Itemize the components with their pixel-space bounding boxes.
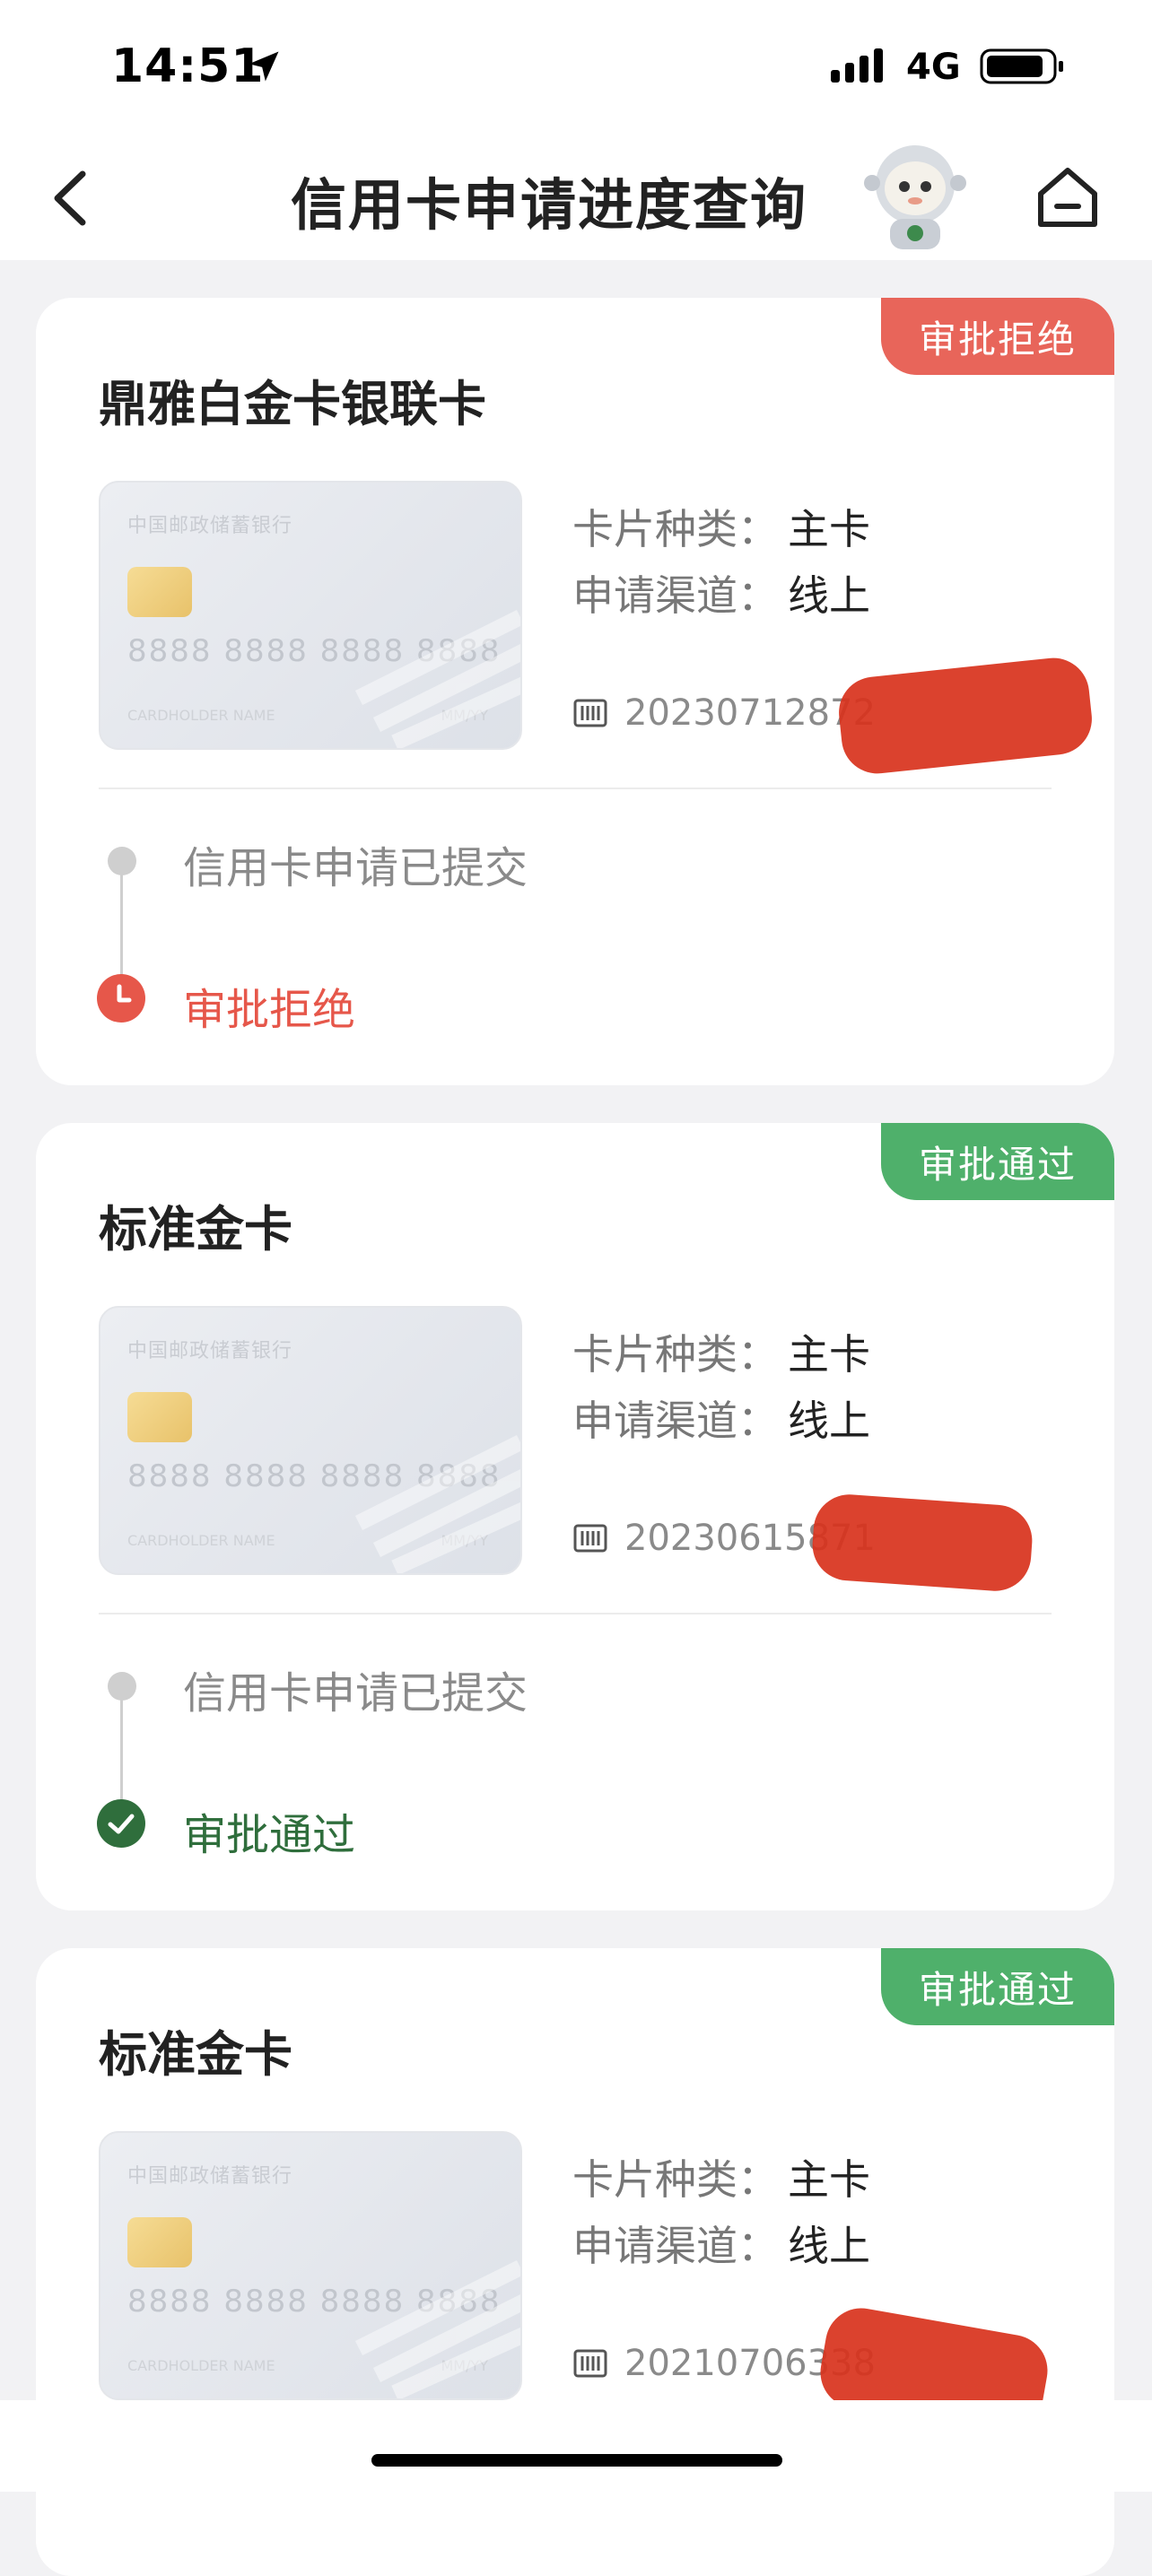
card-bank-name: 中国邮政储蓄银行 <box>127 1340 293 1362</box>
channel-label: 申请渠道： <box>572 571 779 620</box>
status-badge: 审批拒绝 <box>881 298 1114 375</box>
barcode-icon <box>573 699 607 727</box>
channel-label: 申请渠道： <box>572 2222 779 2270</box>
card-holder: CARDHOLDER NAME <box>127 2357 275 2374</box>
step-dot <box>108 847 136 875</box>
mascot-icon[interactable] <box>863 138 967 251</box>
divider <box>99 788 1052 789</box>
postal-logo-icon <box>354 609 520 748</box>
step-submitted: 信用卡申请已提交 <box>183 843 528 893</box>
card-holder: CARDHOLDER NAME <box>127 1532 275 1549</box>
chip-icon <box>127 1392 192 1442</box>
card-type-label: 卡片种类： <box>572 2155 779 2204</box>
postal-logo-icon <box>354 2259 520 2398</box>
status-bar: 14:51 4G <box>0 0 1152 135</box>
card-name: 标准金卡 <box>99 1201 292 1258</box>
application-card[interactable]: 审批通过 标准金卡 中国邮政储蓄银行 8888 8888 8888 8888 C… <box>36 1123 1114 1910</box>
channel-value: 线上 <box>788 571 870 620</box>
application-card[interactable]: 审批拒绝 鼎雅白金卡银联卡 中国邮政储蓄银行 8888 8888 8888 88… <box>36 298 1114 1085</box>
barcode-icon <box>573 1524 607 1553</box>
barcode-icon <box>573 2349 607 2378</box>
clock-icon <box>97 974 145 1023</box>
status-time: 14:51 <box>111 39 265 93</box>
channel-row: 申请渠道： 线上 <box>572 1388 870 1448</box>
card-type-value: 主卡 <box>788 1330 870 1379</box>
location-arrow-icon <box>249 51 279 82</box>
card-bank-name: 中国邮政储蓄银行 <box>127 515 293 537</box>
channel-label: 申请渠道： <box>572 1397 779 1445</box>
postal-logo-icon <box>354 1434 520 1573</box>
chip-icon <box>127 567 192 617</box>
card-type-row: 卡片种类： 主卡 <box>572 2147 870 2206</box>
chip-icon <box>127 2217 192 2267</box>
application-number: 20230712872 <box>572 692 876 734</box>
divider <box>99 1613 1052 1614</box>
application-number-text: 20230712872 <box>624 692 876 734</box>
card-type-label: 卡片种类： <box>572 1330 779 1379</box>
card-image: 中国邮政储蓄银行 8888 8888 8888 8888 CARDHOLDER … <box>99 1306 522 1575</box>
status-badge: 审批通过 <box>881 1123 1114 1200</box>
card-holder: CARDHOLDER NAME <box>127 707 275 724</box>
card-image: 中国邮政储蓄银行 8888 8888 8888 8888 CARDHOLDER … <box>99 481 522 750</box>
home-indicator[interactable] <box>371 2454 782 2467</box>
page-title: 信用卡申请进度查询 <box>290 172 807 238</box>
home-icon[interactable] <box>1034 163 1102 231</box>
network-type: 4G <box>906 47 961 88</box>
card-type-label: 卡片种类： <box>572 505 779 553</box>
status-badge: 审批通过 <box>881 1948 1114 2025</box>
check-icon <box>97 1799 145 1848</box>
step-result: 审批拒绝 <box>183 985 356 1035</box>
step-submitted: 信用卡申请已提交 <box>183 1668 528 1719</box>
step-dot <box>108 1672 136 1701</box>
card-type-value: 主卡 <box>788 2155 870 2204</box>
card-type-row: 卡片种类： 主卡 <box>572 1322 870 1381</box>
card-name: 标准金卡 <box>99 2026 292 2083</box>
battery-icon <box>980 48 1063 84</box>
step-result: 审批通过 <box>183 1810 356 1860</box>
redaction-mark <box>809 1492 1035 1594</box>
channel-row: 申请渠道： 线上 <box>572 2214 870 2273</box>
card-bank-name: 中国邮政储蓄银行 <box>127 2165 293 2188</box>
signal-icon <box>831 48 883 83</box>
card-image: 中国邮政储蓄银行 8888 8888 8888 8888 CARDHOLDER … <box>99 2131 522 2400</box>
channel-value: 线上 <box>788 2222 870 2270</box>
redaction-mark <box>835 654 1095 778</box>
home-indicator-area <box>0 2400 1152 2492</box>
channel-row: 申请渠道： 线上 <box>572 563 870 622</box>
card-type-row: 卡片种类： 主卡 <box>572 497 870 556</box>
card-name: 鼎雅白金卡银联卡 <box>99 376 486 432</box>
card-type-value: 主卡 <box>788 505 870 553</box>
nav-bar: 信用卡申请进度查询 <box>0 135 1152 260</box>
channel-value: 线上 <box>788 1397 870 1445</box>
